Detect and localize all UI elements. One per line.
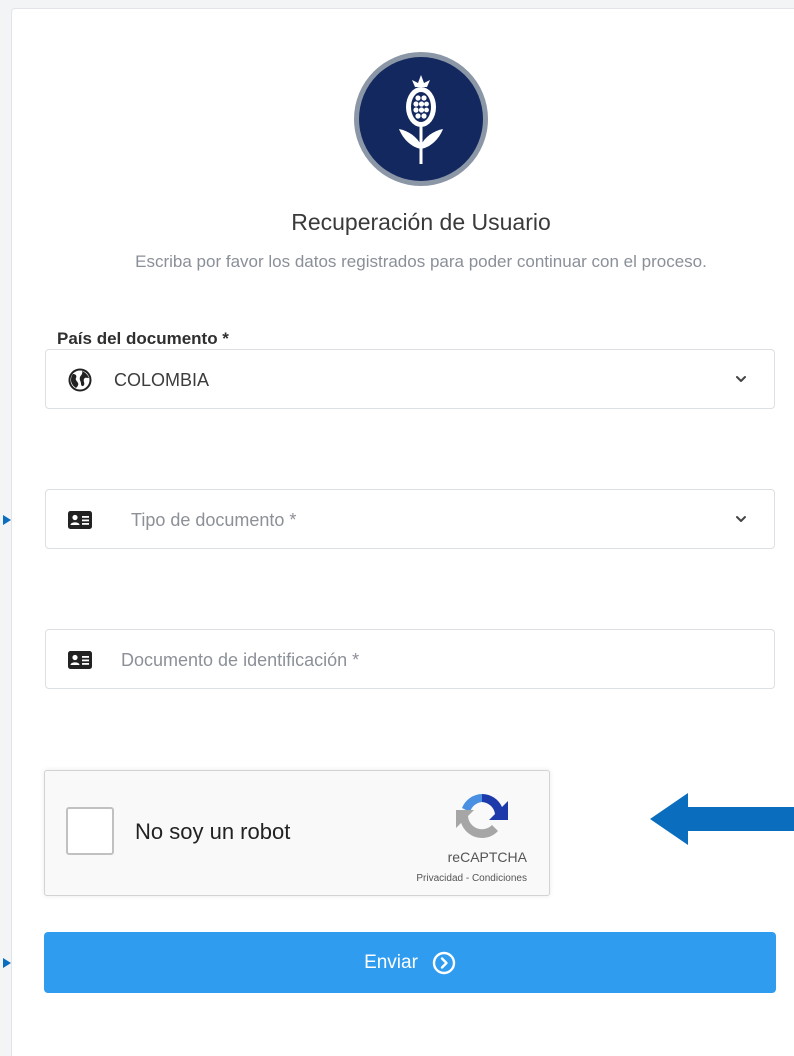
page-title: Recuperación de Usuario [291,209,551,235]
recaptcha-logo-icon [456,794,508,838]
recaptcha-checkbox[interactable] [66,807,114,855]
country-select[interactable]: COLOMBIA [45,349,775,409]
doc-number-placeholder: Documento de identificación * [121,650,360,670]
chevron-down-icon [736,516,746,522]
doc-type-select[interactable]: Tipo de documento * [45,489,775,549]
id-card-icon [68,509,92,531]
pomegranate-logo-icon [399,75,443,164]
annotation-arrow-small-icon [3,515,11,525]
chevron-circle-right-icon [432,951,456,974]
annotation-arrow-left-icon [650,793,794,845]
page-subtitle: Escriba por favor los datos registrados … [135,252,707,271]
country-value: COLOMBIA [114,370,210,390]
recaptcha-label: No soy un robot [135,819,291,844]
logo [354,52,488,186]
country-label: País del documento * [57,329,229,348]
annotation-arrow-small-icon [3,958,11,968]
logo-inner [359,57,483,181]
recaptcha-privacy-terms-link[interactable]: Privacidad - Condiciones [416,873,527,884]
id-card-icon [68,649,92,671]
doc-type-placeholder: Tipo de documento * [131,510,297,530]
doc-number-input[interactable]: Documento de identificación * [45,629,775,689]
chevron-down-icon [736,376,746,382]
globe-icon [68,368,92,392]
recaptcha-brand: reCAPTCHA [447,849,527,865]
submit-button[interactable]: Enviar [44,932,776,993]
recaptcha-widget: No soy un robot reCAPTCHA Privacidad - C… [44,770,550,896]
submit-label: Enviar [364,951,418,973]
